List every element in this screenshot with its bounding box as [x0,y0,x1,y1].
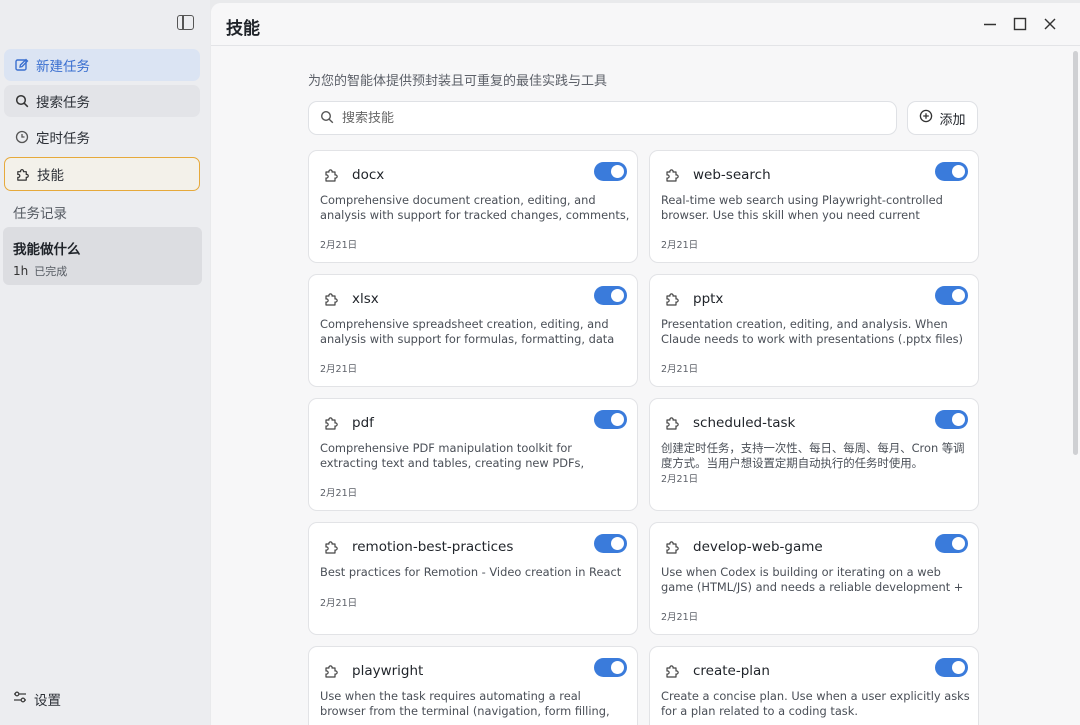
maximize-button[interactable] [1011,15,1029,33]
sidebar-item-new-task[interactable]: 新建任务 [4,49,200,81]
skill-toggle[interactable] [935,286,968,305]
skill-card-web-search[interactable]: web-search Real-time web search using Pla… [649,150,979,263]
page-subtitle: 为您的智能体提供预封装且可重复的最佳实践与工具 [308,74,608,89]
add-skill-button[interactable]: 添加 [907,101,978,135]
skill-name: remotion-best-practices [352,539,514,555]
sidebar: 新建任务 搜索任务 定时任务 技能 任务记录 我能做什么 1h 已完成 设置 [0,0,210,725]
skill-toggle[interactable] [935,162,968,181]
search-icon [320,109,334,128]
app-window: 新建任务 搜索任务 定时任务 技能 任务记录 我能做什么 1h 已完成 设置 技… [0,0,1080,725]
skill-name: create-plan [693,663,770,679]
settings-label: 设置 [34,693,61,709]
skill-toggle[interactable] [935,658,968,677]
skill-card-xlsx[interactable]: xlsx Comprehensive spreadsheet creation, … [308,274,638,387]
search-input[interactable] [342,110,862,126]
skill-description: Comprehensive PDF manipulation toolkit f… [320,441,585,470]
skill-name: pdf [352,415,374,431]
close-button[interactable] [1041,15,1059,33]
scrollbar[interactable] [1073,51,1078,455]
main-panel: 技能 为您的智能体提供预封装且可重复的最佳实践与工具 添加 [211,3,1080,725]
skill-name: playwright [352,663,424,679]
skill-card-docx[interactable]: docx Comprehensive document creation, edi… [308,150,638,263]
skill-name: xlsx [352,291,379,307]
skill-date: 2月21日 [320,488,358,499]
skill-toggle[interactable] [594,658,627,677]
skill-description: Comprehensive spreadsheet creation, edit… [320,317,615,346]
puzzle-icon [664,167,682,185]
puzzle-icon [323,415,341,433]
puzzle-icon [664,663,682,681]
skill-toggle[interactable] [594,534,627,553]
sidebar-item-label: 技能 [37,168,64,184]
skill-description: Use when the task requires automating a … [320,689,610,718]
puzzle-icon [323,663,341,681]
skill-toggle[interactable] [594,162,627,181]
skill-name: pptx [693,291,724,307]
skill-description: Presentation creation, editing, and anal… [661,317,963,346]
skill-card-develop-web-game[interactable]: develop-web-game Use when Codex is buildi… [649,522,979,635]
skill-card-create-plan[interactable]: create-plan Create a concise plan. Use wh… [649,646,979,725]
skill-description: Real-time web search using Playwright-co… [661,193,943,222]
skill-toggle[interactable] [935,534,968,553]
skill-name: develop-web-game [693,539,823,555]
skill-date: 2月21日 [661,364,699,375]
skill-toggle[interactable] [935,410,968,429]
page-title: 技能 [226,19,260,39]
header: 技能 [211,3,1080,46]
sidebar-item-scheduled-task[interactable]: 定时任务 [4,121,200,153]
skill-description: Comprehensive document creation, editing… [320,193,630,222]
puzzle-icon [664,415,682,433]
edit-icon [14,58,29,73]
task-status: 已完成 [34,265,68,278]
task-history-heading: 任务记录 [13,206,67,222]
sidebar-item-label: 搜索任务 [36,95,90,111]
puzzle-icon [323,539,341,557]
skill-date: 2月21日 [320,598,358,609]
minimize-icon [984,23,996,26]
skill-card-playwright[interactable]: playwright Use when the task requires aut… [308,646,638,725]
skill-description: Best practices for Remotion - Video crea… [320,565,622,579]
sidebar-item-search-task[interactable]: 搜索任务 [4,85,200,117]
skill-search-box[interactable] [308,101,897,135]
sidebar-item-skills[interactable]: 技能 [4,157,200,191]
skill-card-pdf[interactable]: pdf Comprehensive PDF manipulation toolki… [308,398,638,511]
task-title: 我能做什么 [13,242,81,258]
skill-card-remotion-best-practices[interactable]: remotion-best-practices Best practices fo… [308,522,638,635]
skill-card-scheduled-task[interactable]: scheduled-task 创建定时任务，支持一次性、每日、每周、每月、Cron… [649,398,979,511]
sliders-icon [13,690,27,708]
settings-button[interactable]: 设置 [13,689,61,709]
puzzle-icon [664,539,682,557]
skill-date: 2月21日 [320,364,358,375]
plus-circle-icon [919,109,933,127]
skill-description: Use when Codex is building or iterating … [661,565,964,594]
close-icon [1044,18,1056,30]
task-meta: 1h 已完成 [13,263,192,279]
skill-description: Create a concise plan. Use when a user e… [661,689,970,718]
task-time: 1h [13,264,29,278]
puzzle-icon [323,167,341,185]
skill-name: scheduled-task [693,415,796,431]
task-history-item[interactable]: 我能做什么 1h 已完成 [3,227,202,285]
skill-card-pptx[interactable]: pptx Presentation creation, editing, and … [649,274,979,387]
search-icon [14,94,29,109]
skill-date: 2月21日 [661,240,699,251]
skill-name: web-search [693,167,771,183]
skill-date: 2月21日 [661,474,699,485]
puzzle-icon [323,291,341,309]
sidebar-item-label: 新建任务 [36,59,90,75]
sidebar-toggle-icon[interactable] [177,15,194,30]
minimize-button[interactable] [981,15,999,33]
puzzle-icon [15,167,30,182]
skill-description: 创建定时任务，支持一次性、每日、每周、每月、Cron 等调度方式。当用户想设置定… [661,441,965,470]
skill-date: 2月21日 [320,240,358,251]
add-label: 添加 [939,112,966,128]
sidebar-item-label: 定时任务 [36,131,90,147]
clock-icon [14,130,29,145]
skill-toggle[interactable] [594,286,627,305]
skill-toggle[interactable] [594,410,627,429]
maximize-icon [1013,17,1027,31]
skill-date: 2月21日 [661,612,699,623]
puzzle-icon [664,291,682,309]
skill-name: docx [352,167,385,183]
